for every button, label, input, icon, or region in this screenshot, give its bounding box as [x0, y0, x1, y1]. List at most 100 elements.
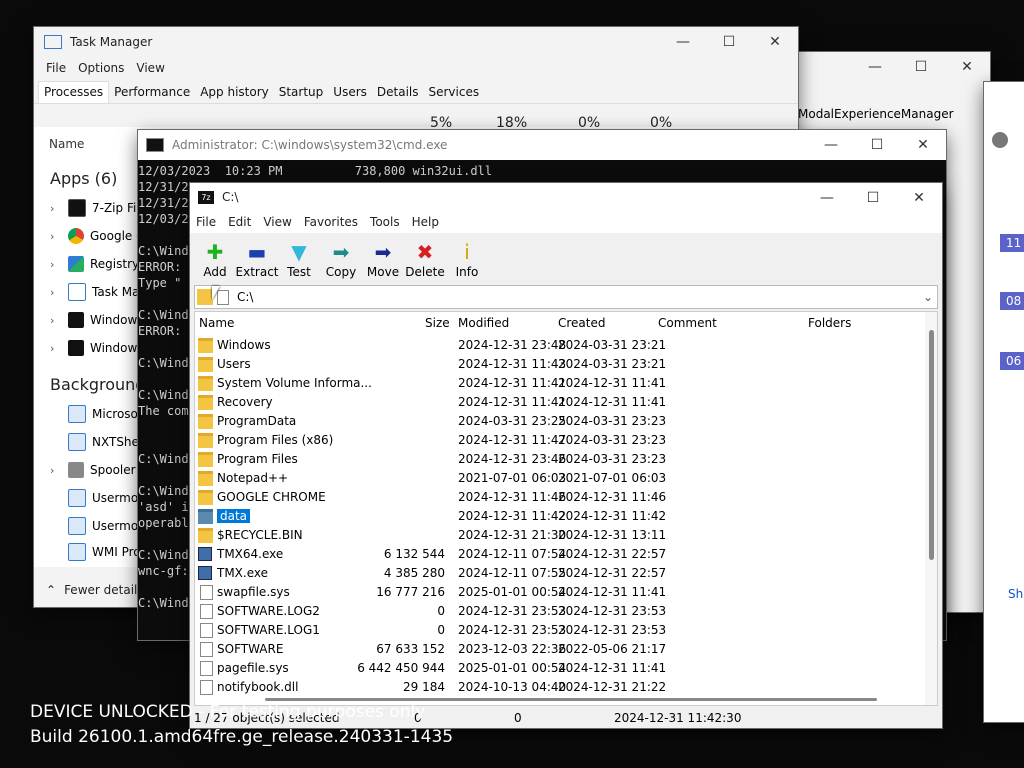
close-icon[interactable]: ✕	[752, 27, 798, 57]
process-row[interactable]: Usermod	[50, 514, 146, 538]
info-button[interactable]: i Info	[446, 233, 488, 283]
process-row[interactable]: Microsof	[50, 402, 142, 426]
fewer-details-button[interactable]: ⌃ Fewer details	[46, 583, 144, 597]
7zip-window[interactable]: 7z C:\ — ☐ ✕ File Edit View Favorites To…	[190, 183, 942, 728]
app-row[interactable]: › Task Mar	[50, 280, 144, 304]
file-name: TMX64.exe	[217, 547, 284, 561]
file-row[interactable]: Program Files (x86) 2024-12-31 11:47 2024-…	[195, 431, 925, 450]
minimize-icon[interactable]: —	[852, 52, 898, 82]
process-row[interactable]: WMI Pro	[50, 540, 141, 564]
test-button[interactable]: ▼ Test	[278, 233, 320, 283]
add-button[interactable]: ✚ Add	[194, 233, 236, 283]
tab-details[interactable]: Details	[372, 82, 424, 103]
app-row[interactable]: › Window	[50, 336, 137, 360]
file-row[interactable]: SOFTWARE.LOG1 0 2024-12-31 23:53 2024-12-31…	[195, 621, 925, 640]
menu-options[interactable]: Options	[72, 61, 130, 75]
file-modified: 2024-12-31 11:42	[458, 509, 567, 523]
file-row[interactable]: swapfile.sys 16 777 216 2025-01-01 00:54 20…	[195, 583, 925, 602]
menu-help[interactable]: Help	[406, 215, 445, 229]
horizontal-scrollbar[interactable]	[265, 698, 877, 701]
file-row[interactable]: Notepad++ 2021-07-01 06:03 2021-07-01 06:0…	[195, 469, 925, 488]
menu-file[interactable]: File	[40, 61, 72, 75]
file-row[interactable]: TMX64.exe 6 132 544 2024-12-11 07:54 2024-1…	[195, 545, 925, 564]
avatar	[992, 132, 1008, 148]
column-name[interactable]: Name	[199, 316, 234, 330]
maximize-icon[interactable]: ☐	[706, 27, 752, 57]
file-row[interactable]: System Volume Informa... 2024-12-31 11:41…	[195, 374, 925, 393]
file-row[interactable]: Program Files 2024-12-31 23:46 2024-03-31 …	[195, 450, 925, 469]
tab-app-history[interactable]: App history	[195, 82, 274, 103]
file-row[interactable]: data 2024-12-31 11:42 2024-12-31 11:42	[195, 507, 925, 526]
chevron-right-icon[interactable]: ›	[50, 202, 64, 215]
chevron-right-icon[interactable]: ›	[50, 464, 64, 477]
file-row[interactable]: pagefile.sys 6 442 450 944 2025-01-01 00:5…	[195, 659, 925, 678]
name-column-header[interactable]: Name	[49, 137, 84, 151]
close-icon[interactable]: ✕	[944, 52, 990, 82]
chevron-right-icon[interactable]: ›	[50, 258, 64, 271]
column-folders[interactable]: Folders	[808, 316, 851, 330]
file-created: 2024-03-31 23:23	[558, 414, 667, 428]
menu-file[interactable]: File	[190, 215, 222, 229]
copy-button[interactable]: ➡ Copy	[320, 233, 362, 283]
test-icon: ▼	[291, 240, 307, 264]
file-row[interactable]: SOFTWARE.LOG2 0 2024-12-31 23:53 2024-12-31…	[195, 602, 925, 621]
column-size[interactable]: Size	[425, 316, 450, 330]
menu-tools[interactable]: Tools	[364, 215, 406, 229]
chevron-right-icon[interactable]: ›	[50, 314, 64, 327]
chevron-right-icon[interactable]: ›	[50, 230, 64, 243]
chevron-right-icon[interactable]: ›	[50, 286, 64, 299]
file-row[interactable]: Windows 2024-12-31 23:48 2024-03-31 23:21	[195, 336, 925, 355]
maximize-icon[interactable]: ☐	[898, 52, 944, 82]
menu-view[interactable]: View	[130, 61, 170, 75]
delete-button[interactable]: ✖ Delete	[404, 233, 446, 283]
tab-services[interactable]: Services	[424, 82, 485, 103]
process-row[interactable]: Usermod	[50, 486, 146, 510]
disk-percent: 0%	[578, 115, 601, 131]
tab-performance[interactable]: Performance	[109, 82, 195, 103]
file-row[interactable]: SOFTWARE 67 633 152 2023-12-03 22:36 2022-0…	[195, 640, 925, 659]
address-bar[interactable]: C:\ ⌄	[194, 285, 938, 309]
chevron-right-icon[interactable]: ›	[50, 342, 64, 355]
process-row[interactable]: › Spooler S	[50, 458, 147, 482]
chevron-down-icon[interactable]: ⌄	[923, 290, 933, 304]
close-icon[interactable]: ✕	[896, 183, 942, 213]
menu-view[interactable]: View	[257, 215, 297, 229]
file-created: 2024-12-31 11:41	[558, 661, 667, 675]
file-row[interactable]: Users 2024-12-31 11:43 2024-03-31 23:21	[195, 355, 925, 374]
column-comment[interactable]: Comment	[658, 316, 717, 330]
file-row[interactable]: GOOGLE CHROME 2024-12-31 11:46 2024-12-31 …	[195, 488, 925, 507]
file-row[interactable]: TMX.exe 4 385 280 2024-12-11 07:55 2024-12-…	[195, 564, 925, 583]
close-icon[interactable]: ✕	[900, 130, 946, 160]
vertical-scrollbar[interactable]	[925, 312, 937, 705]
process-row[interactable]: NXTShel	[50, 430, 142, 454]
move-button[interactable]: ➡ Move	[362, 233, 404, 283]
app-row[interactable]: › Window	[50, 308, 137, 332]
maximize-icon[interactable]: ☐	[850, 183, 896, 213]
maximize-icon[interactable]: ☐	[854, 130, 900, 160]
extract-button[interactable]: ▬ Extract	[236, 233, 279, 283]
tab-startup[interactable]: Startup	[274, 82, 329, 103]
right-window[interactable]: 11 08 06 Sh	[984, 82, 1024, 722]
menu-favorites[interactable]: Favorites	[298, 215, 364, 229]
file-row[interactable]: notifybook.dll 29 184 2024-10-13 04:40 2024…	[195, 678, 925, 697]
column-modified[interactable]: Modified	[458, 316, 509, 330]
minimize-icon[interactable]: —	[808, 130, 854, 160]
toolbar: ✚ Add ▬ Extract ▼ Test ➡ Copy ➡ Move ✖ Delete i Info	[190, 233, 942, 283]
app-row[interactable]: › Registry	[50, 252, 139, 276]
file-row[interactable]: ProgramData 2024-03-31 23:25 2024-03-31 23…	[195, 412, 925, 431]
app-row[interactable]: › 7-Zip File	[50, 196, 147, 220]
menu-edit[interactable]: Edit	[222, 215, 257, 229]
column-created[interactable]: Created	[558, 316, 606, 330]
app-row[interactable]: › Google C	[50, 224, 145, 248]
console-line: Type "	[138, 276, 182, 290]
folder-up-icon[interactable]	[197, 289, 213, 305]
file-modified: 2021-07-01 06:03	[458, 471, 567, 485]
tab-processes[interactable]: Processes	[38, 81, 110, 103]
minimize-icon[interactable]: —	[660, 27, 706, 57]
file-row[interactable]: $RECYCLE.BIN 2024-12-31 21:30 2024-12-31 1…	[195, 526, 925, 545]
file-row[interactable]: Recovery 2024-12-31 11:41 2024-12-31 11:41	[195, 393, 925, 412]
minimize-icon[interactable]: —	[804, 183, 850, 213]
file-name: Users	[217, 357, 251, 371]
tab-users[interactable]: Users	[328, 82, 372, 103]
toolbar-label: Delete	[405, 265, 445, 279]
